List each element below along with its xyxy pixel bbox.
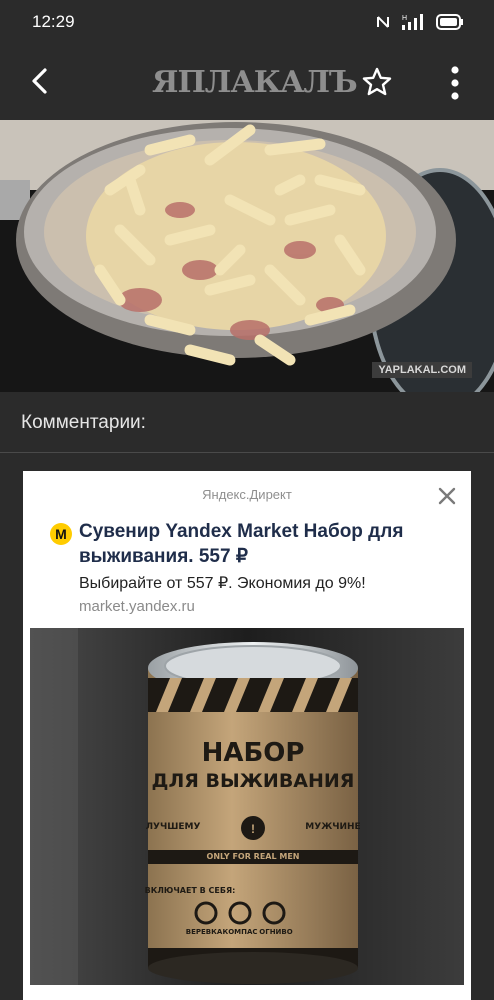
svg-text:!: ! [251, 822, 255, 836]
ad-source-label: Яндекс.Директ [202, 487, 292, 502]
site-logo: ЯПЛАКАЛЪ [152, 65, 358, 100]
image-watermark: YAPLAKAL.COM [372, 362, 472, 378]
yandex-market-logo-icon: М [50, 523, 72, 545]
divider [0, 452, 494, 453]
ad-domain[interactable]: market.yandex.ru [79, 598, 195, 615]
status-time: 12:29 [32, 12, 75, 31]
more-menu-icon[interactable] [446, 66, 464, 100]
favorite-star-icon[interactable] [361, 66, 393, 98]
back-arrow-icon[interactable] [26, 66, 56, 96]
can-strip-text: ONLY FOR REAL MEN [206, 852, 300, 861]
ad-card[interactable]: Яндекс.Директ М Сувенир Yandex Market На… [23, 471, 471, 1000]
pasta-pot-photo [0, 120, 494, 392]
ad-description: Выбирайте от 557 ₽. Экономия до 9%! [79, 575, 366, 592]
status-icons: H [376, 12, 464, 32]
can-title-line1: НАБОР [201, 738, 305, 768]
status-bar: 12:29 H [0, 0, 494, 44]
can-includes-label: ВКЛЮЧАЕТ В СЕБЯ: [144, 886, 236, 895]
ad-logo-letter: М [55, 526, 67, 542]
can-badge-left: ЛУЧШЕМУ [145, 822, 201, 832]
comments-heading: Комментарии: [21, 412, 146, 433]
app-bar: ЯПЛАКАЛЪ [0, 44, 494, 120]
signal-icon: H [402, 14, 423, 30]
nfc-icon [377, 16, 389, 28]
can-item-flint: ОГНИВО [259, 928, 293, 936]
post-image[interactable]: YAPLAKAL.COM [0, 120, 494, 392]
ad-image[interactable]: ! НАБОР ДЛЯ ВЫЖИВАНИЯ ЛУЧШЕМУ МУЖЧИНЕ ON… [30, 628, 464, 985]
battery-icon [436, 14, 463, 30]
network-type-label: H [402, 15, 407, 22]
close-icon[interactable] [436, 485, 458, 507]
can-title-line2: ДЛЯ ВЫЖИВАНИЯ [151, 770, 355, 792]
ad-title-link[interactable]: Сувенир Yandex Market Набор для выживани… [79, 519, 457, 569]
can-badge-right: МУЖЧИНЕ [305, 822, 361, 832]
